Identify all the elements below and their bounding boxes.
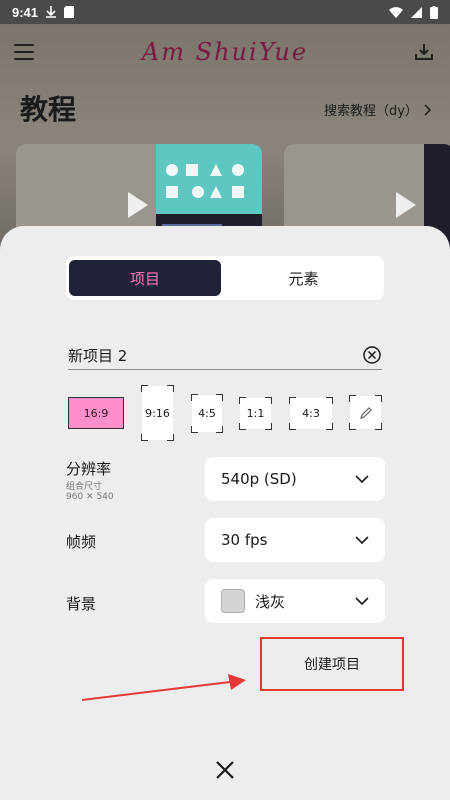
ratio-label: 4:3 [302, 407, 320, 420]
project-name-value[interactable]: 新项目 2 [68, 345, 127, 366]
status-time: 9:41 [12, 4, 39, 20]
status-bar: 9:41 [0, 0, 450, 24]
close-icon[interactable] [214, 759, 236, 781]
battery-icon [430, 5, 438, 19]
top-app-bar: Am ShuiYue [0, 24, 450, 84]
search-tutorials-link[interactable]: 搜索教程（dy） [324, 100, 432, 119]
resolution-sub-value: 960 ✕ 540 [66, 492, 114, 502]
ratio-label: 4:5 [198, 407, 216, 420]
download-icon[interactable] [414, 42, 434, 62]
annotation-arrow [81, 674, 246, 701]
ratio-label: 1:1 [246, 407, 265, 420]
download-status-icon [46, 6, 57, 18]
play-icon [128, 192, 148, 218]
ratio-option-custom[interactable] [349, 395, 382, 430]
resolution-label: 分辨率 [66, 460, 112, 478]
edit-pencil-icon [359, 406, 372, 419]
ratio-option-16-9[interactable]: 16:9 [68, 397, 124, 429]
play-icon [396, 192, 416, 218]
chevron-down-icon [355, 597, 369, 606]
sd-card-icon [64, 6, 75, 18]
resolution-dropdown[interactable]: 540p (SD) [205, 457, 385, 501]
project-name-field[interactable]: 新项目 2 [68, 342, 382, 370]
ratio-label: 9:16 [145, 406, 170, 420]
chevron-right-icon [424, 103, 432, 116]
background-label: 背景 [66, 595, 97, 613]
background-color-swatch [221, 589, 245, 613]
cell-signal-icon [411, 6, 422, 18]
ratio-option-4-5[interactable]: 4:5 [191, 394, 223, 433]
chevron-down-icon [355, 475, 369, 484]
resolution-value: 540p (SD) [221, 470, 297, 488]
ratio-option-4-3[interactable]: 4:3 [289, 397, 333, 430]
background-dropdown[interactable]: 浅灰 [205, 579, 385, 623]
framerate-dropdown[interactable]: 30 fps [205, 518, 385, 562]
clear-icon[interactable] [362, 345, 382, 365]
wifi-icon [389, 6, 403, 18]
framerate-value: 30 fps [221, 531, 268, 549]
tab-elements[interactable]: 元素 [226, 260, 381, 296]
framerate-label: 帧频 [66, 533, 97, 551]
search-tutorials-label: 搜索教程（dy） [324, 104, 418, 119]
ratio-option-9-16[interactable]: 9:16 [141, 385, 174, 441]
resolution-sub-label: 组合尺寸 [66, 482, 103, 492]
background-value: 浅灰 [255, 592, 286, 611]
create-project-button[interactable]: 创建项目 [260, 637, 404, 691]
mode-segmented-control: 项目 元素 [66, 256, 384, 300]
tutorials-title: 教程 [20, 93, 77, 126]
chevron-down-icon [355, 536, 369, 545]
ratio-option-1-1[interactable]: 1:1 [239, 397, 272, 430]
tab-project[interactable]: 项目 [69, 260, 221, 296]
status-right-icons [389, 5, 438, 19]
app-title: Am ShuiYue [141, 38, 309, 66]
new-project-sheet [0, 226, 450, 800]
